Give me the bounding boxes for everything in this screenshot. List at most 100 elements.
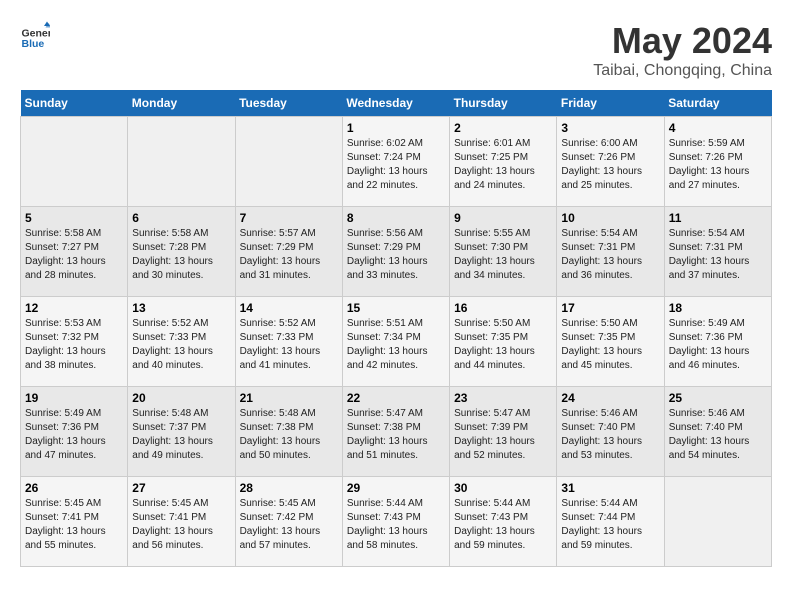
day-of-week-header: Monday <box>128 90 235 117</box>
calendar-cell <box>128 117 235 207</box>
day-detail: Sunrise: 5:55 AM Sunset: 7:30 PM Dayligh… <box>454 227 552 283</box>
day-detail: Sunrise: 5:47 AM Sunset: 7:39 PM Dayligh… <box>454 407 552 463</box>
calendar-cell <box>235 117 342 207</box>
calendar-cell: 4Sunrise: 5:59 AM Sunset: 7:26 PM Daylig… <box>664 117 771 207</box>
calendar-week-row: 12Sunrise: 5:53 AM Sunset: 7:32 PM Dayli… <box>21 297 772 387</box>
day-of-week-header: Wednesday <box>342 90 449 117</box>
day-number: 30 <box>454 481 552 495</box>
day-number: 20 <box>132 391 230 405</box>
calendar-cell <box>664 477 771 567</box>
day-number: 16 <box>454 301 552 315</box>
calendar-cell: 30Sunrise: 5:44 AM Sunset: 7:43 PM Dayli… <box>450 477 557 567</box>
calendar-cell: 23 Sunrise: 5:47 AM Sunset: 7:39 PM Dayli… <box>450 387 557 477</box>
logo: General Blue <box>20 20 50 50</box>
calendar-cell: 18Sunrise: 5:49 AM Sunset: 7:36 PM Dayli… <box>664 297 771 387</box>
calendar-header: SundayMondayTuesdayWednesdayThursdayFrid… <box>21 90 772 117</box>
calendar-body: 1 Sunrise: 6:02 AM Sunset: 7:24 PM Daylig… <box>21 117 772 567</box>
day-detail: Sunrise: 5:47 AM Sunset: 7:38 PM Dayligh… <box>347 407 445 463</box>
day-detail: Sunrise: 5:44 AM Sunset: 7:43 PM Dayligh… <box>347 497 445 553</box>
day-number: 22 <box>347 391 445 405</box>
calendar-cell: 14 Sunrise: 5:52 AM Sunset: 7:33 PM Dayli… <box>235 297 342 387</box>
day-number: 7 <box>240 211 338 225</box>
day-number: 8 <box>347 211 445 225</box>
calendar-week-row: 19Sunrise: 5:49 AM Sunset: 7:36 PM Dayli… <box>21 387 772 477</box>
calendar-cell: 8 Sunrise: 5:56 AM Sunset: 7:29 PM Daylig… <box>342 207 449 297</box>
calendar-cell: 17 Sunrise: 5:50 AM Sunset: 7:35 PM Dayli… <box>557 297 664 387</box>
day-of-week-header: Sunday <box>21 90 128 117</box>
calendar-cell: 29Sunrise: 5:44 AM Sunset: 7:43 PM Dayli… <box>342 477 449 567</box>
day-number: 3 <box>561 121 659 135</box>
calendar-cell: 31Sunrise: 5:44 AM Sunset: 7:44 PM Dayli… <box>557 477 664 567</box>
day-number: 10 <box>561 211 659 225</box>
day-detail: Sunrise: 6:02 AM Sunset: 7:24 PM Dayligh… <box>347 137 445 193</box>
day-number: 26 <box>25 481 123 495</box>
day-number: 14 <box>240 301 338 315</box>
calendar-cell: 16 Sunrise: 5:50 AM Sunset: 7:35 PM Dayli… <box>450 297 557 387</box>
day-detail: Sunrise: 5:58 AM Sunset: 7:28 PM Dayligh… <box>132 227 230 283</box>
day-number: 6 <box>132 211 230 225</box>
calendar-cell: 10 Sunrise: 5:54 AM Sunset: 7:31 PM Dayli… <box>557 207 664 297</box>
calendar-cell: 7 Sunrise: 5:57 AM Sunset: 7:29 PM Daylig… <box>235 207 342 297</box>
day-number: 9 <box>454 211 552 225</box>
calendar-cell: 21Sunrise: 5:48 AM Sunset: 7:38 PM Dayli… <box>235 387 342 477</box>
day-number: 27 <box>132 481 230 495</box>
day-of-week-header: Saturday <box>664 90 771 117</box>
day-number: 31 <box>561 481 659 495</box>
calendar-cell: 24Sunrise: 5:46 AM Sunset: 7:40 PM Dayli… <box>557 387 664 477</box>
day-detail: Sunrise: 5:46 AM Sunset: 7:40 PM Dayligh… <box>561 407 659 463</box>
day-number: 19 <box>25 391 123 405</box>
calendar-cell: 25Sunrise: 5:46 AM Sunset: 7:40 PM Dayli… <box>664 387 771 477</box>
logo-icon: General Blue <box>20 20 50 50</box>
day-of-week-header: Friday <box>557 90 664 117</box>
day-detail: Sunrise: 5:51 AM Sunset: 7:34 PM Dayligh… <box>347 317 445 373</box>
day-detail: Sunrise: 5:52 AM Sunset: 7:33 PM Dayligh… <box>240 317 338 373</box>
calendar-cell: 11 Sunrise: 5:54 AM Sunset: 7:31 PM Dayli… <box>664 207 771 297</box>
day-detail: Sunrise: 5:57 AM Sunset: 7:29 PM Dayligh… <box>240 227 338 283</box>
day-detail: Sunrise: 5:48 AM Sunset: 7:37 PM Dayligh… <box>132 407 230 463</box>
calendar-week-row: 5Sunrise: 5:58 AM Sunset: 7:27 PM Daylig… <box>21 207 772 297</box>
calendar-cell: 22 Sunrise: 5:47 AM Sunset: 7:38 PM Dayli… <box>342 387 449 477</box>
calendar-cell: 26 Sunrise: 5:45 AM Sunset: 7:41 PM Dayli… <box>21 477 128 567</box>
day-detail: Sunrise: 5:56 AM Sunset: 7:29 PM Dayligh… <box>347 227 445 283</box>
calendar-cell: 5Sunrise: 5:58 AM Sunset: 7:27 PM Daylig… <box>21 207 128 297</box>
calendar-cell: 3 Sunrise: 6:00 AM Sunset: 7:26 PM Daylig… <box>557 117 664 207</box>
day-of-week-header: Thursday <box>450 90 557 117</box>
day-detail: Sunrise: 5:53 AM Sunset: 7:32 PM Dayligh… <box>25 317 123 373</box>
calendar-cell <box>21 117 128 207</box>
day-number: 11 <box>669 211 767 225</box>
day-detail: Sunrise: 5:54 AM Sunset: 7:31 PM Dayligh… <box>669 227 767 283</box>
calendar-cell: 6 Sunrise: 5:58 AM Sunset: 7:28 PM Daylig… <box>128 207 235 297</box>
day-detail: Sunrise: 5:54 AM Sunset: 7:31 PM Dayligh… <box>561 227 659 283</box>
day-number: 1 <box>347 121 445 135</box>
day-detail: Sunrise: 6:00 AM Sunset: 7:26 PM Dayligh… <box>561 137 659 193</box>
title-area: May 2024 Taibai, Chongqing, China <box>593 20 772 80</box>
day-detail: Sunrise: 6:01 AM Sunset: 7:25 PM Dayligh… <box>454 137 552 193</box>
day-number: 2 <box>454 121 552 135</box>
calendar-cell: 2 Sunrise: 6:01 AM Sunset: 7:25 PM Daylig… <box>450 117 557 207</box>
day-of-week-header: Tuesday <box>235 90 342 117</box>
calendar-cell: 12Sunrise: 5:53 AM Sunset: 7:32 PM Dayli… <box>21 297 128 387</box>
header-row: SundayMondayTuesdayWednesdayThursdayFrid… <box>21 90 772 117</box>
calendar-week-row: 1 Sunrise: 6:02 AM Sunset: 7:24 PM Daylig… <box>21 117 772 207</box>
day-detail: Sunrise: 5:46 AM Sunset: 7:40 PM Dayligh… <box>669 407 767 463</box>
day-detail: Sunrise: 5:50 AM Sunset: 7:35 PM Dayligh… <box>561 317 659 373</box>
day-number: 23 <box>454 391 552 405</box>
day-detail: Sunrise: 5:48 AM Sunset: 7:38 PM Dayligh… <box>240 407 338 463</box>
calendar-cell: 27 Sunrise: 5:45 AM Sunset: 7:41 PM Dayli… <box>128 477 235 567</box>
day-detail: Sunrise: 5:45 AM Sunset: 7:41 PM Dayligh… <box>25 497 123 553</box>
day-detail: Sunrise: 5:50 AM Sunset: 7:35 PM Dayligh… <box>454 317 552 373</box>
day-detail: Sunrise: 5:59 AM Sunset: 7:26 PM Dayligh… <box>669 137 767 193</box>
day-number: 5 <box>25 211 123 225</box>
day-detail: Sunrise: 5:45 AM Sunset: 7:41 PM Dayligh… <box>132 497 230 553</box>
calendar-cell: 20 Sunrise: 5:48 AM Sunset: 7:37 PM Dayli… <box>128 387 235 477</box>
svg-text:Blue: Blue <box>22 38 45 50</box>
day-number: 18 <box>669 301 767 315</box>
calendar-cell: 19Sunrise: 5:49 AM Sunset: 7:36 PM Dayli… <box>21 387 128 477</box>
day-number: 17 <box>561 301 659 315</box>
calendar-cell: 13Sunrise: 5:52 AM Sunset: 7:33 PM Dayli… <box>128 297 235 387</box>
calendar-cell: 1 Sunrise: 6:02 AM Sunset: 7:24 PM Daylig… <box>342 117 449 207</box>
main-title: May 2024 <box>593 20 772 62</box>
calendar-cell: 9 Sunrise: 5:55 AM Sunset: 7:30 PM Daylig… <box>450 207 557 297</box>
day-number: 15 <box>347 301 445 315</box>
calendar-table: SundayMondayTuesdayWednesdayThursdayFrid… <box>20 90 772 567</box>
